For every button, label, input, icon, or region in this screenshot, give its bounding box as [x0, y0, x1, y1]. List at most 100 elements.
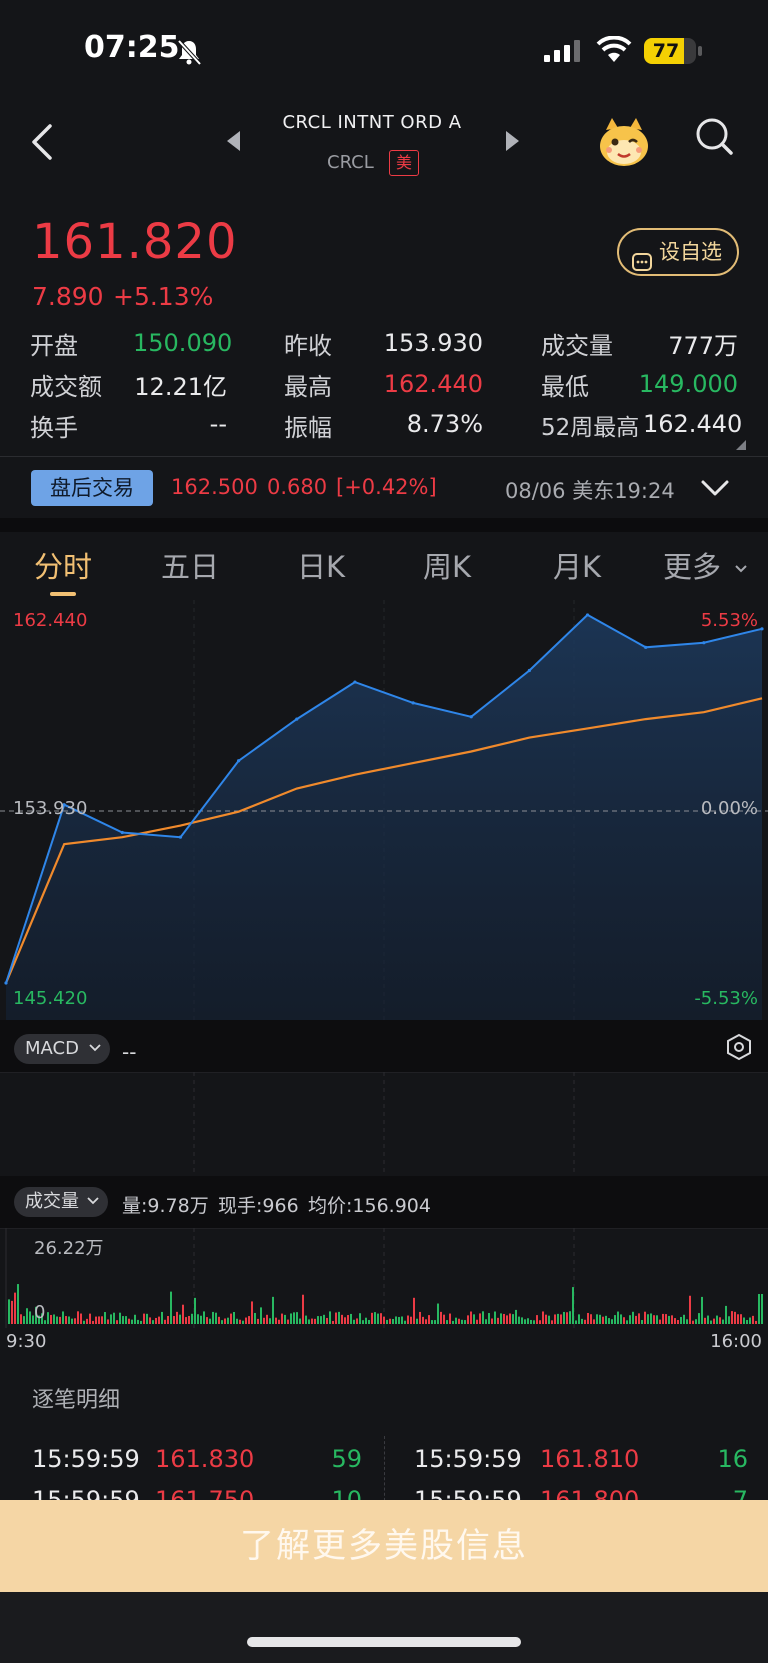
volume-bar: [734, 1311, 736, 1324]
price-point: [760, 627, 764, 631]
add-to-watchlist-button[interactable]: 设自选: [617, 228, 739, 276]
volume-bar: [299, 1318, 301, 1324]
volume-selector[interactable]: 成交量: [14, 1187, 108, 1217]
status-time: 07:25: [84, 30, 180, 65]
volume-bar: [392, 1318, 394, 1324]
volume-bar: [365, 1317, 367, 1324]
volume-bar: [761, 1294, 763, 1324]
tab-intraday[interactable]: 分时: [34, 544, 92, 586]
volume-bar: [464, 1320, 466, 1324]
tick-details-title: 逐笔明细: [32, 1388, 121, 1413]
volume-bar: [326, 1317, 328, 1324]
volume-zero-label: 0: [34, 1302, 46, 1323]
volume-average-price: 均价:156.904: [308, 1195, 431, 1217]
volume-bar: [185, 1317, 187, 1324]
volume-bar: [656, 1315, 658, 1324]
volume-bar: [509, 1313, 511, 1324]
volume-label: 成交量: [25, 1191, 79, 1212]
volume-bar: [74, 1318, 76, 1324]
volume-bar: [23, 1316, 25, 1324]
turnover-value: 12.21亿: [134, 373, 227, 401]
volume-bar: [740, 1314, 742, 1324]
expand-stats-corner[interactable]: [736, 440, 746, 450]
volume-bar: [629, 1315, 631, 1324]
volume-bar: [494, 1311, 496, 1324]
next-stock-icon[interactable]: [504, 130, 520, 156]
after-hours-price: 162.500: [171, 475, 258, 499]
price-point: [585, 613, 590, 617]
settings-icon[interactable]: [725, 1033, 753, 1065]
price-point: [237, 759, 241, 763]
volume-bar: [479, 1313, 481, 1324]
volume-bar: [710, 1320, 712, 1324]
volume-bar: [389, 1318, 391, 1324]
volume-bar: [296, 1312, 298, 1324]
volume-bar: [125, 1316, 127, 1324]
volume-bar: [290, 1313, 292, 1324]
volume-bar: [221, 1320, 223, 1324]
volume-bar: [581, 1318, 583, 1324]
high-value: 162.440: [383, 370, 483, 398]
volume-bar: [713, 1318, 715, 1324]
volume-bar: [110, 1314, 112, 1324]
expand-after-hours-icon[interactable]: [700, 478, 730, 502]
tab-daily-k[interactable]: 日K: [297, 544, 345, 586]
mascot-icon[interactable]: [596, 114, 652, 174]
volume-bar: [443, 1314, 445, 1324]
intraday-chart[interactable]: 162.440 5.53% 153.930 0.00% 145.420 -5.5…: [0, 600, 768, 1020]
volume-value: 777万: [668, 332, 738, 360]
volume-bar: [461, 1319, 463, 1324]
macd-selector[interactable]: MACD: [14, 1034, 110, 1064]
volume-bar: [71, 1318, 73, 1324]
volume-bar: [743, 1317, 745, 1324]
volume-bar: [62, 1311, 64, 1324]
volume-bar: [413, 1297, 415, 1324]
chart-low-label: 145.420: [13, 988, 88, 1009]
volume-bar: [284, 1314, 286, 1324]
volume-bar: [668, 1315, 670, 1324]
volume-bar: [11, 1300, 13, 1324]
tab-weekly-k[interactable]: 周K: [423, 544, 471, 586]
volume-bar: [653, 1315, 655, 1324]
tab-more[interactable]: 更多: [663, 544, 748, 586]
tab-five-day[interactable]: 五日: [161, 544, 219, 586]
volume-bar: [332, 1320, 334, 1324]
price-point: [702, 641, 706, 645]
volume-bar: [596, 1314, 598, 1324]
volume-chart-svg: [0, 1227, 768, 1328]
volume-bar: [254, 1312, 256, 1324]
volume-bar: [368, 1319, 370, 1324]
learn-more-us-stocks-banner[interactable]: 了解更多美股信息: [0, 1500, 768, 1592]
amplitude-label: 振幅: [284, 414, 332, 442]
previous-stock-icon[interactable]: [226, 130, 242, 156]
volume-bar: [302, 1294, 304, 1324]
macd-value: --: [122, 1040, 137, 1064]
volume-bar: [170, 1291, 172, 1324]
volume-bar: [665, 1314, 667, 1324]
tab-monthly-k[interactable]: 月K: [553, 544, 601, 586]
home-indicator[interactable]: [247, 1637, 521, 1647]
volume-bar: [236, 1318, 238, 1324]
volume-bar: [635, 1315, 637, 1324]
volume-bar: [722, 1319, 724, 1324]
volume-bar: [242, 1320, 244, 1324]
volume-bar: [401, 1316, 403, 1324]
volume-bar: [419, 1311, 421, 1324]
battery-level: 77: [652, 40, 680, 62]
volume-bar: [488, 1313, 490, 1324]
after-hours-badge: 盘后交易: [31, 470, 153, 506]
volume-bar: [155, 1317, 157, 1324]
volume-bar: [341, 1314, 343, 1324]
prev-close-value: 153.930: [383, 329, 483, 357]
search-icon[interactable]: [694, 116, 734, 160]
volume-bar: [152, 1320, 154, 1324]
volume-bar: [593, 1319, 595, 1324]
back-icon[interactable]: [28, 122, 54, 166]
after-hours-time: 08/06 美东19:24: [505, 479, 675, 503]
volume-bar: [749, 1317, 751, 1324]
volume-bar: [59, 1316, 61, 1324]
volume-bar: [575, 1320, 577, 1324]
volume-bar: [728, 1316, 730, 1324]
volume-bar: [95, 1316, 97, 1324]
volume-bar: [107, 1319, 109, 1324]
